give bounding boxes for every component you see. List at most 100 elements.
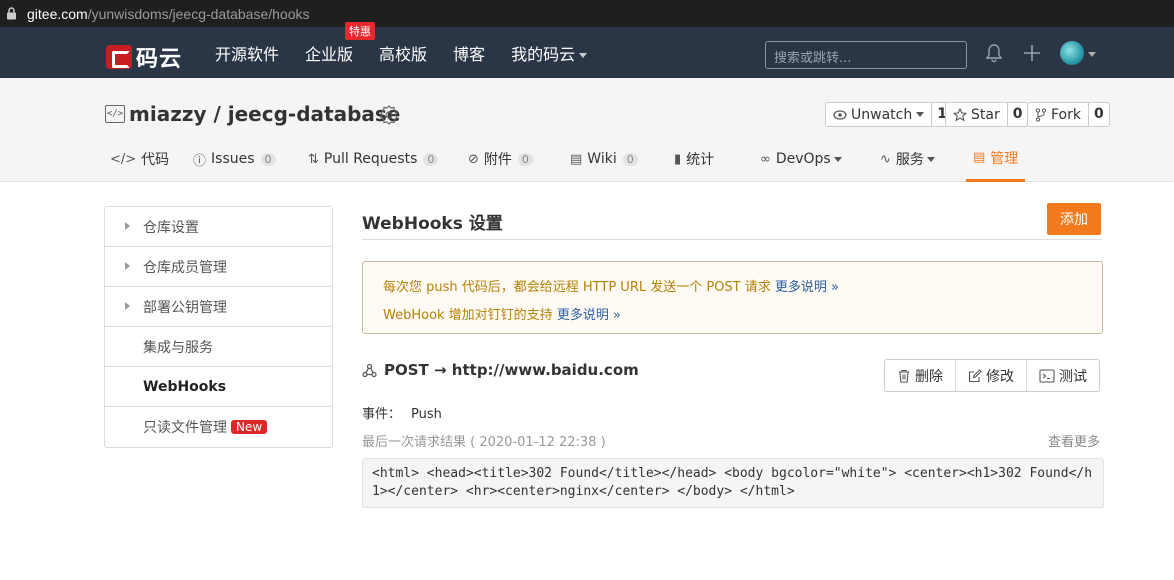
- code-repo-icon: </>: [105, 105, 125, 123]
- tab-label: Issues: [211, 151, 255, 167]
- nav-open-source[interactable]: 开源软件: [215, 41, 279, 65]
- nav-my-gitee[interactable]: 我的码云: [511, 41, 588, 65]
- recommend-badge-icon: [380, 105, 398, 125]
- new-badge: New: [231, 420, 268, 434]
- main-nav-links: 开源软件 企业版 特惠 高校版 博客 我的码云: [215, 21, 613, 78]
- chevron-down-icon: [579, 52, 588, 58]
- eye-icon: [833, 109, 847, 120]
- sidebar-item-label: 集成与服务: [143, 339, 213, 356]
- tab-services[interactable]: ∿ 服务: [880, 136, 935, 182]
- notice-text: 每次您 push 代码后，都会给远程 HTTP URL 发送一个 POST 请求: [383, 280, 771, 295]
- sidebar-item-integrations[interactable]: 集成与服务: [105, 327, 332, 367]
- logo-text: 码云: [136, 47, 183, 72]
- pull-request-icon: ⇅: [308, 151, 319, 167]
- repo-title[interactable]: miazzy / jeecg-database: [129, 102, 400, 126]
- sidebar-item-webhooks[interactable]: WebHooks: [105, 367, 332, 407]
- sidebar-item-label: 只读文件管理: [143, 420, 227, 436]
- more-info-link[interactable]: 更多说明 »: [775, 280, 839, 295]
- last-request-info: 最后一次请求结果 ( 2020-01-12 22:38 ): [362, 435, 606, 450]
- tab-attachments[interactable]: ⊘ 附件 0: [468, 136, 533, 182]
- fork-icon: [1035, 107, 1047, 122]
- edit-button[interactable]: 修改: [956, 360, 1027, 391]
- nav-enterprise-label: 企业版: [305, 44, 354, 64]
- page-title: WebHooks 设置: [362, 214, 503, 234]
- avatar-chevron-down-icon[interactable]: [1088, 52, 1096, 57]
- tab-count-badge: 0: [517, 152, 533, 166]
- book-icon: ▤: [570, 151, 583, 167]
- more-info-link[interactable]: 更多说明 »: [557, 308, 621, 323]
- notice-line-2: WebHook 增加对钉钉的支持 更多说明 »: [383, 302, 1082, 330]
- tab-label: 附件: [483, 152, 512, 168]
- tab-wiki[interactable]: ▤ Wiki 0: [570, 136, 638, 182]
- caret-right-icon: [125, 222, 130, 230]
- webhook-url: POST → http://www.baidu.com: [384, 361, 639, 379]
- sidebar-item-readonly-files[interactable]: 只读文件管理 New: [105, 407, 332, 447]
- user-avatar[interactable]: [1060, 41, 1084, 65]
- repo-header: </> miazzy / jeecg-database Unwatch 1 St…: [0, 78, 1174, 182]
- tab-count-badge: 0: [260, 152, 276, 166]
- pulse-icon: ∿: [880, 151, 891, 167]
- tab-pull-requests[interactable]: ⇅ Pull Requests 0: [308, 136, 439, 182]
- star-button[interactable]: Star: [946, 103, 1008, 126]
- code-icon: </>: [110, 151, 137, 167]
- test-button[interactable]: 测试: [1027, 360, 1099, 391]
- tab-label: DevOps: [775, 151, 831, 167]
- view-more-link[interactable]: 查看更多: [1048, 431, 1100, 450]
- edit-icon: [968, 368, 982, 382]
- browser-url-bar[interactable]: gitee.com/yunwisdoms/jeecg-database/hook…: [0, 0, 1174, 27]
- star-label: Star: [971, 106, 1000, 123]
- fork-label: Fork: [1051, 106, 1081, 123]
- tab-statistics[interactable]: ▮ 统计: [674, 136, 714, 182]
- tab-label: 统计: [686, 152, 715, 168]
- fork-button-group: Fork 0: [1027, 102, 1110, 127]
- plus-icon[interactable]: [1022, 43, 1042, 63]
- infinity-icon: ∞: [760, 151, 771, 167]
- notice-line-1: 每次您 push 代码后，都会给远程 HTTP URL 发送一个 POST 请求…: [383, 274, 1082, 302]
- star-icon: [953, 107, 967, 121]
- star-count[interactable]: 0: [1008, 103, 1028, 126]
- response-body: <html> <head><title>302 Found</title></h…: [362, 458, 1104, 508]
- top-navigation: 码云 开源软件 企业版 特惠 高校版 博客 我的码云 搜索或跳转...: [0, 21, 1174, 78]
- fork-count[interactable]: 0: [1089, 103, 1109, 126]
- sidebar-item-label: 部署公钥管理: [143, 299, 227, 316]
- unwatch-button[interactable]: Unwatch: [826, 103, 933, 126]
- tab-manage[interactable]: ▤ 管理: [966, 136, 1026, 182]
- nav-blog[interactable]: 博客: [453, 41, 485, 65]
- add-webhook-button[interactable]: 添加: [1047, 203, 1101, 235]
- paperclip-icon: ⊘: [468, 151, 479, 167]
- tab-code[interactable]: </> 代码: [110, 136, 169, 182]
- sidebar-item-label: 仓库设置: [143, 219, 199, 236]
- trash-icon: [899, 369, 909, 383]
- delete-button[interactable]: 删除: [885, 360, 956, 391]
- sidebar-item-repo-settings[interactable]: 仓库设置: [105, 207, 332, 247]
- repo-tabs: </> 代码 ⓘ Issues 0 ⇅ Pull Requests 0 ⊘ 附件…: [0, 136, 1174, 182]
- bar-chart-icon: ▮: [674, 151, 682, 167]
- nav-university[interactable]: 高校版: [379, 41, 427, 65]
- sidebar-item-label: WebHooks: [143, 378, 227, 395]
- webhook-actions: 删除 修改 测试: [884, 359, 1100, 392]
- nav-my-gitee-label: 我的码云: [511, 44, 576, 64]
- bell-icon[interactable]: [984, 43, 1004, 63]
- tab-label: Wiki: [587, 151, 617, 167]
- test-label: 测试: [1059, 368, 1087, 385]
- fork-button[interactable]: Fork: [1028, 103, 1089, 126]
- chevron-down-icon: [926, 156, 935, 162]
- unwatch-button-group: Unwatch 1: [825, 102, 953, 127]
- gitee-logo[interactable]: 码云: [106, 41, 182, 73]
- delete-label: 删除: [915, 368, 943, 385]
- settings-doc-icon: ▤: [973, 150, 986, 165]
- tab-label: 代码: [141, 152, 170, 168]
- edit-label: 修改: [986, 368, 1014, 385]
- lock-icon: [7, 7, 16, 20]
- tab-issues[interactable]: ⓘ Issues 0: [193, 136, 276, 182]
- sidebar-item-deploy-keys[interactable]: 部署公钥管理: [105, 287, 332, 327]
- terminal-icon: [1039, 368, 1055, 383]
- search-input[interactable]: 搜索或跳转...: [765, 41, 967, 69]
- caret-right-icon: [125, 262, 130, 270]
- sidebar-item-members[interactable]: 仓库成员管理: [105, 247, 332, 287]
- unwatch-label: Unwatch: [851, 106, 913, 123]
- tab-devops[interactable]: ∞ DevOps: [760, 136, 842, 182]
- caret-right-icon: [125, 302, 130, 310]
- tab-count-badge: 0: [622, 152, 638, 166]
- nav-enterprise[interactable]: 企业版 特惠: [305, 21, 376, 65]
